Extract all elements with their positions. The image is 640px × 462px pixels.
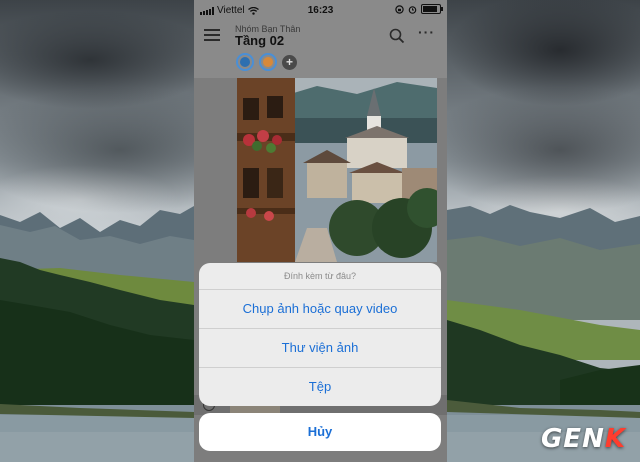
search-icon[interactable] bbox=[389, 28, 405, 44]
genk-watermark: GENK bbox=[540, 424, 626, 454]
status-bar: Viettel 16:23 bbox=[194, 0, 447, 20]
village-photo-image bbox=[237, 78, 437, 262]
lock-rotation-icon bbox=[395, 4, 404, 14]
avatar[interactable] bbox=[259, 53, 277, 71]
alarm-icon bbox=[408, 5, 417, 14]
avatar[interactable] bbox=[236, 53, 254, 71]
chat-header: Nhóm Bạn Thân Tầng 02 ··· + bbox=[194, 20, 447, 78]
file-button[interactable]: Tệp bbox=[199, 368, 441, 406]
channel-title: Tầng 02 bbox=[235, 33, 285, 48]
take-photo-or-video-button[interactable]: Chụp ảnh hoặc quay video bbox=[199, 290, 441, 329]
add-icon[interactable]: + bbox=[282, 54, 297, 70]
cancel-button[interactable]: Hủy bbox=[199, 413, 441, 451]
battery-icon bbox=[421, 4, 443, 14]
shared-photo[interactable] bbox=[237, 78, 437, 262]
status-right bbox=[395, 4, 443, 14]
member-avatars: + bbox=[236, 53, 297, 71]
action-sheet-title: Đính kèm từ đâu? bbox=[199, 263, 441, 290]
photo-library-button[interactable]: Thư viện ảnh bbox=[199, 329, 441, 368]
attachment-action-sheet: Đính kèm từ đâu? Chụp ảnh hoặc quay vide… bbox=[199, 263, 441, 406]
more-icon[interactable]: ··· bbox=[418, 24, 435, 40]
menu-icon[interactable] bbox=[204, 29, 220, 41]
phone-screen: Viettel 16:23 Nhóm Bạn Thân Tầng 02 ··· … bbox=[194, 0, 447, 462]
